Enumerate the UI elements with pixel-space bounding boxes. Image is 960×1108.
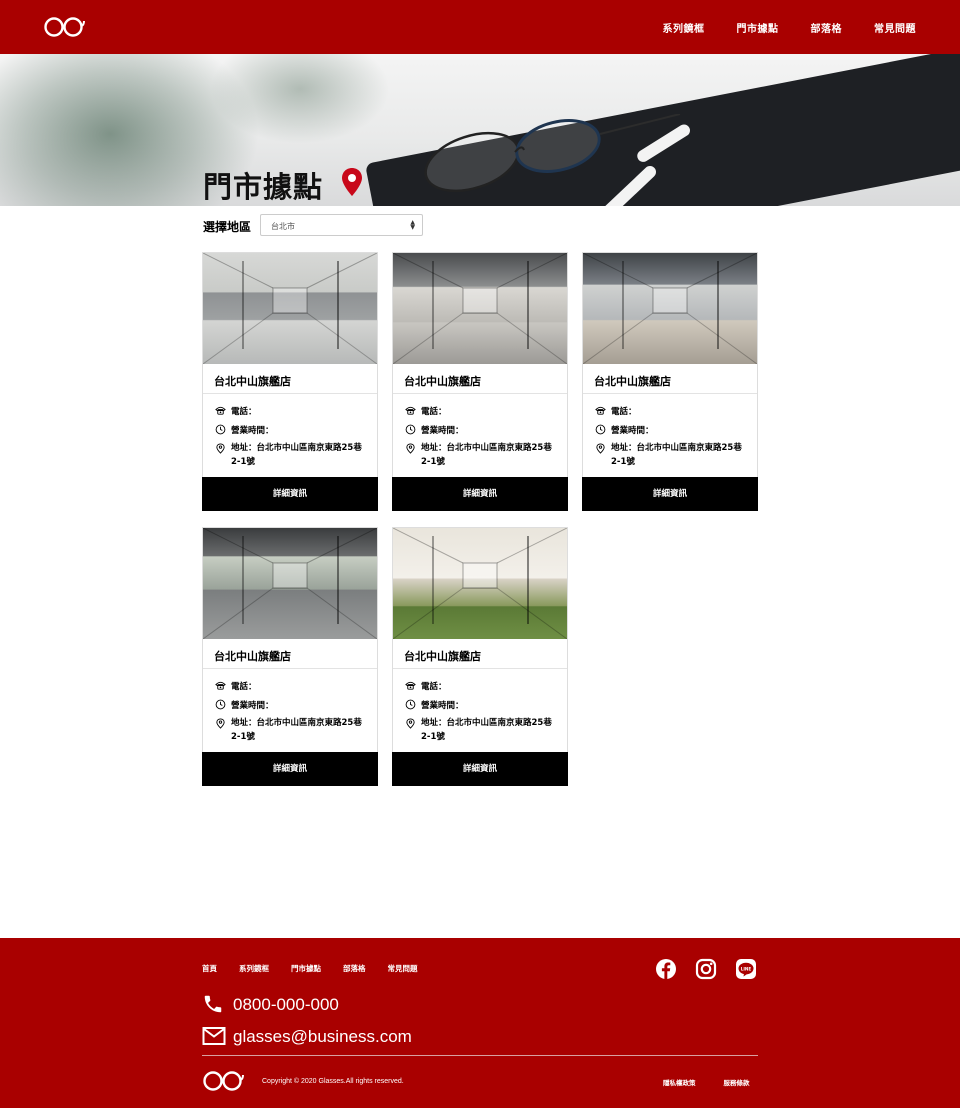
store-photo[interactable] bbox=[583, 253, 757, 364]
store-name: 台北中山旗艦店 bbox=[404, 375, 481, 388]
store-name: 台北中山旗艦店 bbox=[594, 375, 671, 388]
footer-nav-stores[interactable]: 門市據點 bbox=[291, 963, 321, 974]
social-links: LINE bbox=[655, 958, 757, 980]
map-pin-icon bbox=[216, 718, 225, 729]
map-pin-icon bbox=[406, 718, 415, 729]
card-divider bbox=[393, 668, 567, 669]
card-divider bbox=[583, 393, 757, 394]
nav-blog[interactable]: 部落格 bbox=[811, 20, 843, 35]
telephone-icon bbox=[215, 681, 226, 690]
details-button[interactable]: 詳細資訊 bbox=[582, 477, 758, 511]
store-hours-label: 營業時間： bbox=[231, 426, 274, 436]
region-selected-value: 台北市 bbox=[271, 222, 295, 231]
instagram-icon[interactable] bbox=[695, 958, 717, 980]
store-photo[interactable] bbox=[203, 253, 377, 364]
details-button[interactable]: 詳細資訊 bbox=[202, 752, 378, 786]
card-divider bbox=[393, 393, 567, 394]
phone-number[interactable]: 0800-000-000 bbox=[233, 995, 339, 1015]
top-navbar: 系列鏡框 門市據點 部落格 常見問題 bbox=[0, 0, 960, 54]
nav-frames[interactable]: 系列鏡框 bbox=[663, 20, 705, 35]
details-button[interactable]: 詳細資訊 bbox=[392, 477, 568, 511]
main-nav: 系列鏡框 門市據點 部落格 常見問題 bbox=[631, 20, 917, 35]
hero-banner: 門市據點 bbox=[0, 54, 960, 206]
card-divider bbox=[203, 393, 377, 394]
svg-text:LINE: LINE bbox=[741, 966, 752, 971]
store-card: 台北中山旗艦店 電話： 營業時間： 地址：台北市中山區南京東路25巷2-1號 詳… bbox=[202, 252, 378, 511]
region-label: 選擇地區 bbox=[203, 220, 252, 234]
email-address[interactable]: glasses@business.com bbox=[233, 1027, 412, 1047]
telephone-icon bbox=[595, 406, 606, 415]
clock-icon bbox=[405, 699, 416, 710]
card-divider bbox=[203, 668, 377, 669]
footer-legal-links: 隱私權政策 服務條款 bbox=[663, 1077, 750, 1087]
location-pin-icon bbox=[342, 168, 362, 196]
footer-nav-home[interactable]: 首頁 bbox=[202, 963, 217, 974]
store-phone-label: 電話： bbox=[421, 407, 447, 417]
store-address: 地址：台北市中山區南京東路25巷2-1號 bbox=[231, 718, 362, 742]
store-card: 台北中山旗艦店 電話： 營業時間： 地址：台北市中山區南京東路25巷2-1號 詳… bbox=[202, 527, 378, 786]
mail-icon bbox=[202, 1027, 226, 1045]
store-photo[interactable] bbox=[203, 528, 377, 639]
store-card: 台北中山旗艦店 電話： 營業時間： 地址：台北市中山區南京東路25巷2-1號 詳… bbox=[582, 252, 758, 511]
store-photo[interactable] bbox=[393, 253, 567, 364]
store-phone-label: 電話： bbox=[231, 682, 257, 692]
store-hours-label: 營業時間： bbox=[421, 701, 464, 711]
store-hours-label: 營業時間： bbox=[421, 426, 464, 436]
telephone-icon bbox=[215, 406, 226, 415]
store-card: 台北中山旗艦店 電話： 營業時間： 地址：台北市中山區南京東路25巷2-1號 詳… bbox=[392, 527, 568, 786]
map-pin-icon bbox=[406, 443, 415, 454]
nav-faq[interactable]: 常見問題 bbox=[874, 20, 916, 35]
facebook-icon[interactable] bbox=[655, 958, 677, 980]
store-hours-label: 營業時間： bbox=[611, 426, 654, 436]
clock-icon bbox=[215, 699, 226, 710]
page-title: 門市據點 bbox=[203, 170, 324, 204]
footer-nav-blog[interactable]: 部落格 bbox=[343, 963, 366, 974]
privacy-policy-link[interactable]: 隱私權政策 bbox=[663, 1077, 696, 1087]
terms-link[interactable]: 服務條款 bbox=[724, 1077, 750, 1087]
details-button[interactable]: 詳細資訊 bbox=[392, 752, 568, 786]
details-button[interactable]: 詳細資訊 bbox=[202, 477, 378, 511]
store-name: 台北中山旗艦店 bbox=[214, 375, 291, 388]
map-pin-icon bbox=[216, 443, 225, 454]
region-select[interactable]: 台北市 ▲ ▼ bbox=[260, 214, 423, 236]
telephone-icon bbox=[405, 681, 416, 690]
footer-nav-faq[interactable]: 常見問題 bbox=[388, 963, 418, 974]
store-address: 地址：台北市中山區南京東路25巷2-1號 bbox=[231, 443, 362, 467]
store-name: 台北中山旗艦店 bbox=[404, 650, 481, 663]
clock-icon bbox=[595, 424, 606, 435]
clock-icon bbox=[405, 424, 416, 435]
map-pin-icon bbox=[596, 443, 605, 454]
store-hours-label: 營業時間： bbox=[231, 701, 274, 711]
phone-icon bbox=[204, 995, 222, 1013]
store-name: 台北中山旗艦店 bbox=[214, 650, 291, 663]
store-phone-label: 電話： bbox=[421, 682, 447, 692]
clock-icon bbox=[215, 424, 226, 435]
store-photo[interactable] bbox=[393, 528, 567, 639]
store-phone-label: 電話： bbox=[611, 407, 637, 417]
glasses-logo[interactable] bbox=[43, 14, 85, 40]
line-icon[interactable]: LINE bbox=[735, 958, 757, 980]
store-phone-label: 電話： bbox=[231, 407, 257, 417]
copyright-text: Copyright © 2020 Glasses.All rights rese… bbox=[262, 1078, 404, 1085]
footer: 首頁 系列鏡框 門市據點 部落格 常見問題 LINE 0800-000-000 bbox=[0, 938, 960, 1108]
nav-stores[interactable]: 門市據點 bbox=[737, 20, 779, 35]
store-address: 地址：台北市中山區南京東路25巷2-1號 bbox=[611, 443, 742, 467]
footer-nav: 首頁 系列鏡框 門市據點 部落格 常見問題 bbox=[202, 963, 440, 974]
select-arrows-icon: ▲ ▼ bbox=[410, 219, 415, 231]
footer-nav-frames[interactable]: 系列鏡框 bbox=[239, 963, 269, 974]
telephone-icon bbox=[405, 406, 416, 415]
store-address: 地址：台北市中山區南京東路25巷2-1號 bbox=[421, 718, 552, 742]
store-card: 台北中山旗艦店 電話： 營業時間： 地址：台北市中山區南京東路25巷2-1號 詳… bbox=[392, 252, 568, 511]
footer-glasses-logo[interactable] bbox=[202, 1068, 244, 1094]
hero-glasses-image bbox=[424, 114, 690, 206]
footer-divider bbox=[202, 1055, 758, 1056]
store-address: 地址：台北市中山區南京東路25巷2-1號 bbox=[421, 443, 552, 467]
